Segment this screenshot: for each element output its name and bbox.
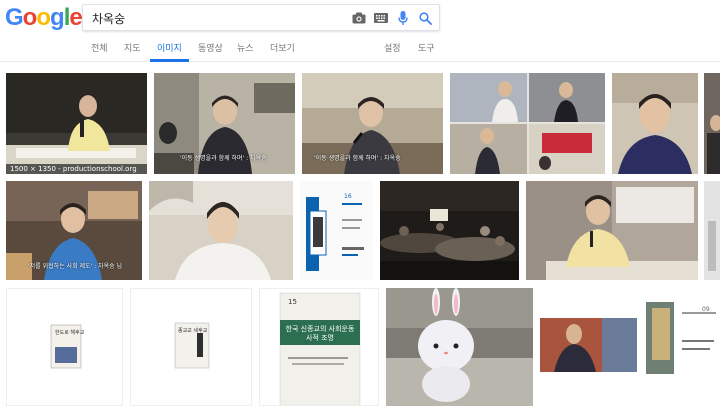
- header: Google 전체 지도 이미지 동영상 뉴스 더보기 설정 도구: [0, 0, 720, 62]
- logo-letter: o: [36, 4, 51, 31]
- result-image: [450, 73, 605, 174]
- image-result[interactable]: [612, 73, 698, 174]
- result-image: [540, 288, 637, 406]
- logo-letter: g: [50, 4, 65, 31]
- result-image: [7, 289, 122, 405]
- result-image: [380, 181, 519, 280]
- image-result[interactable]: [386, 288, 533, 406]
- google-logo[interactable]: Google: [5, 4, 83, 31]
- result-image: [131, 289, 251, 405]
- result-image: [526, 181, 698, 280]
- logo-letter: e: [69, 4, 82, 31]
- image-result[interactable]: 15 한국 신종교의 사회운동사적 조명: [259, 288, 379, 406]
- tab-all[interactable]: 전체: [91, 42, 108, 62]
- image-result[interactable]: [540, 288, 637, 406]
- result-image: [149, 181, 293, 280]
- result-image: [704, 181, 720, 280]
- result-image: [612, 73, 698, 174]
- result-caption: '이동 생명을과 함께 하며' : 차옥숭: [180, 155, 267, 162]
- keyboard-icon[interactable]: [373, 10, 389, 26]
- book-title: 종교교 세후교: [178, 328, 208, 334]
- search-tabs: 전체 지도 이미지 동영상 뉴스 더보기 설정 도구: [0, 40, 720, 62]
- result-image: [300, 181, 373, 280]
- logo-letter: o: [22, 4, 38, 31]
- result-image: [704, 73, 720, 174]
- tools-link[interactable]: 도구: [418, 42, 435, 62]
- tab-videos[interactable]: 동영상: [198, 42, 223, 62]
- image-result[interactable]: [704, 73, 720, 174]
- result-image: [260, 289, 378, 405]
- microphone-icon[interactable]: [395, 10, 411, 26]
- image-result[interactable]: [704, 181, 720, 280]
- image-result[interactable]: 16: [300, 181, 373, 280]
- tab-images[interactable]: 이미지: [150, 42, 189, 62]
- result-caption: 1500 × 1350 - productionschool.org: [6, 164, 147, 174]
- book-number: 16: [344, 193, 352, 200]
- image-result[interactable]: '저를 위협하는 사회 제도' : 차옥숭 님: [6, 181, 142, 280]
- tab-more[interactable]: 더보기: [270, 42, 295, 62]
- search-icon[interactable]: [417, 10, 433, 26]
- settings-link[interactable]: 설정: [384, 42, 401, 62]
- result-caption: '저를 위협하는 사회 제도' : 차옥숭 님: [28, 263, 123, 270]
- image-result[interactable]: [380, 181, 519, 280]
- logo-letter: G: [5, 4, 24, 31]
- book-number: 09: [702, 306, 710, 313]
- tab-maps[interactable]: 지도: [124, 42, 141, 62]
- book-title: 한국 신종교의 사회운동사적 조명: [285, 325, 355, 342]
- camera-icon[interactable]: [351, 10, 367, 26]
- image-result[interactable]: '이동 생명을과 함께 하며' : 차옥숭: [154, 73, 295, 174]
- image-result[interactable]: '이동 생명을과 함께 하며' : 차옥숭: [302, 73, 443, 174]
- image-result[interactable]: 종교교 세후교: [130, 288, 252, 406]
- tab-news[interactable]: 뉴스: [237, 42, 254, 62]
- book-number: 15: [288, 298, 297, 306]
- image-result[interactable]: 09: [644, 288, 720, 406]
- result-image: [6, 73, 147, 174]
- image-result[interactable]: [149, 181, 293, 280]
- book-title: 한도로 해후교: [55, 330, 85, 336]
- image-result[interactable]: [450, 73, 605, 174]
- result-caption: '이동 생명을과 함께 하며' : 차옥숭: [314, 155, 401, 162]
- result-image: [386, 288, 533, 406]
- search-box: [82, 4, 440, 31]
- image-result[interactable]: 1500 × 1350 - productionschool.org: [6, 73, 147, 174]
- image-result[interactable]: 한도로 해후교: [6, 288, 123, 406]
- search-input[interactable]: [92, 9, 342, 27]
- image-result[interactable]: [526, 181, 698, 280]
